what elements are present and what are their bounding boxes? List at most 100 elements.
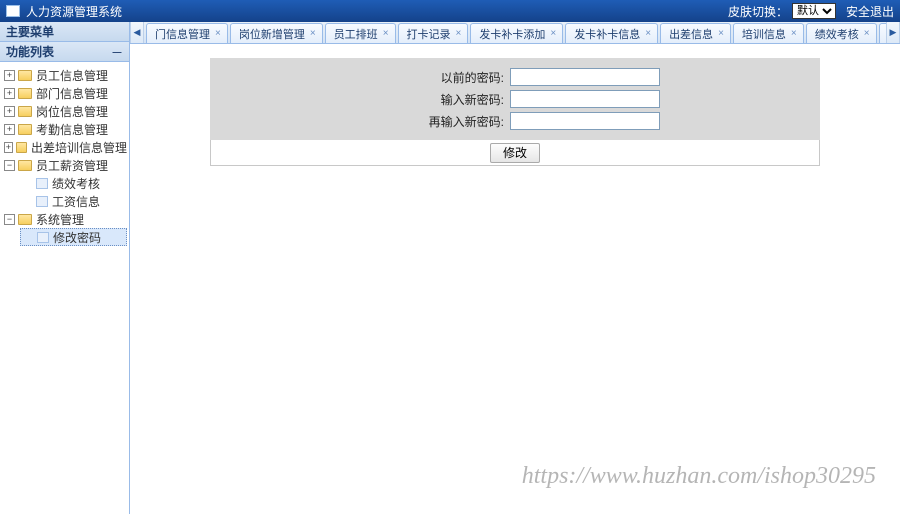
- close-icon[interactable]: ×: [864, 28, 870, 39]
- expand-toggle-icon[interactable]: +: [4, 142, 13, 153]
- close-icon[interactable]: ×: [550, 28, 556, 39]
- close-icon[interactable]: ×: [383, 28, 389, 39]
- spacer: [23, 232, 34, 243]
- tabstrip: ◀ 门信息管理×岗位新增管理×员工排班×打卡记录×发卡补卡添加×发卡补卡信息×出…: [130, 22, 900, 44]
- form-actions: 修改: [210, 140, 820, 166]
- close-icon[interactable]: ×: [791, 28, 797, 39]
- tree-node-label: 员工薪资管理: [36, 157, 108, 174]
- tree-leaf[interactable]: 绩效考核: [20, 174, 127, 192]
- tab[interactable]: 绩效考核 ×: [806, 23, 877, 43]
- tree-node-label: 员工信息管理: [36, 67, 108, 84]
- tab[interactable]: 培训信息 ×: [733, 23, 804, 43]
- tree-node[interactable]: + 岗位信息管理: [2, 102, 127, 120]
- folder-icon: [18, 124, 32, 135]
- form-fields: 以前的密码: 输入新密码: 再输入新密码:: [210, 58, 820, 140]
- tab[interactable]: 员工排班 ×: [325, 23, 396, 43]
- folder-icon: [18, 214, 32, 225]
- folder-icon: [18, 88, 32, 99]
- folder-icon: [18, 160, 32, 171]
- tab-label: 培训信息: [742, 26, 786, 42]
- row-new-password: 输入新密码:: [210, 88, 820, 110]
- tree-leaf-label: 绩效考核: [52, 175, 100, 192]
- row-new-password-confirm: 再输入新密码:: [210, 110, 820, 132]
- tab-label: 门信息管理: [155, 26, 210, 42]
- close-icon[interactable]: ×: [215, 28, 221, 39]
- tab[interactable]: 门信息管理 ×: [146, 23, 228, 43]
- tab-scroll-right[interactable]: ▶: [886, 22, 900, 43]
- nav-tree: + 员工信息管理 + 部门信息管理 + 岗位信息管理 + 考勤信息管理 + 出差培训信息管理 − 员工…: [0, 62, 129, 250]
- folder-icon: [18, 106, 32, 117]
- close-icon[interactable]: ×: [718, 28, 724, 39]
- tab-label: 发卡补卡添加: [479, 26, 545, 42]
- close-icon[interactable]: ×: [456, 28, 462, 39]
- folder-icon: [18, 70, 32, 81]
- new-password-label: 输入新密码:: [210, 91, 510, 108]
- old-password-label: 以前的密码:: [210, 69, 510, 86]
- tree-node-label: 岗位信息管理: [36, 103, 108, 120]
- expand-toggle-icon[interactable]: +: [4, 70, 15, 81]
- tree-leaf[interactable]: 修改密码: [20, 228, 127, 246]
- tab-label: 绩效考核: [815, 26, 859, 42]
- main-area: ◀ 门信息管理×岗位新增管理×员工排班×打卡记录×发卡补卡添加×发卡补卡信息×出…: [130, 22, 900, 514]
- expand-toggle-icon[interactable]: +: [4, 88, 15, 99]
- tree-leaf-label: 工资信息: [52, 193, 100, 210]
- leaf-icon: [36, 196, 48, 207]
- sidebar-section-title: 功能列表: [6, 42, 54, 62]
- topbar: 人力资源管理系统 皮肤切换： 默认 安全退出: [0, 0, 900, 22]
- tab[interactable]: 发卡补卡添加 ×: [470, 23, 563, 43]
- tree-leaf-label: 修改密码: [53, 229, 101, 246]
- expand-toggle-icon[interactable]: +: [4, 106, 15, 117]
- leaf-icon: [36, 178, 48, 189]
- tab-scroll-left[interactable]: ◀: [130, 22, 144, 43]
- new-password2-input[interactable]: [510, 112, 660, 130]
- close-icon[interactable]: ×: [645, 28, 651, 39]
- sidebar-title: 主要菜单: [6, 22, 54, 42]
- sidebar-section-header: 功能列表 —: [0, 42, 129, 62]
- tree-node[interactable]: − 员工薪资管理: [2, 156, 127, 174]
- sidebar: 主要菜单 功能列表 — + 员工信息管理 + 部门信息管理 + 岗位信息管理 + 考勤信息管理…: [0, 22, 130, 514]
- collapse-icon[interactable]: —: [111, 46, 123, 58]
- spacer: [22, 196, 33, 207]
- tab[interactable]: 工资信息×: [879, 23, 886, 43]
- skin-select[interactable]: 默认: [792, 3, 836, 19]
- logout-link[interactable]: 安全退出: [846, 3, 894, 20]
- tree-node-label: 出差培训信息管理: [31, 139, 127, 156]
- new-password-input[interactable]: [510, 90, 660, 108]
- row-old-password: 以前的密码:: [210, 66, 820, 88]
- tree-node[interactable]: + 出差培训信息管理: [2, 138, 127, 156]
- new-password2-label: 再输入新密码:: [210, 113, 510, 130]
- tab-label: 岗位新增管理: [239, 26, 305, 42]
- tab-label: 出差信息: [669, 26, 713, 42]
- folder-icon: [16, 142, 27, 153]
- tabs-container: 门信息管理×岗位新增管理×员工排班×打卡记录×发卡补卡添加×发卡补卡信息×出差信…: [144, 22, 886, 43]
- tree-node[interactable]: + 考勤信息管理: [2, 120, 127, 138]
- submit-button[interactable]: 修改: [490, 143, 540, 163]
- collapse-toggle-icon[interactable]: −: [4, 214, 15, 225]
- tab[interactable]: 出差信息 ×: [660, 23, 731, 43]
- close-icon[interactable]: ×: [310, 28, 316, 39]
- spacer: [22, 178, 33, 189]
- tree-leaf[interactable]: 工资信息: [20, 192, 127, 210]
- tree-node[interactable]: + 员工信息管理: [2, 66, 127, 84]
- app-title: 人力资源管理系统: [26, 3, 122, 20]
- collapse-toggle-icon[interactable]: −: [4, 160, 15, 171]
- tab[interactable]: 岗位新增管理 ×: [230, 23, 323, 43]
- leaf-icon: [37, 232, 49, 243]
- tree-node[interactable]: + 部门信息管理: [2, 84, 127, 102]
- skin-label: 皮肤切换：: [728, 3, 788, 20]
- tab[interactable]: 打卡记录 ×: [398, 23, 469, 43]
- tree-node-label: 部门信息管理: [36, 85, 108, 102]
- tab-label: 员工排班: [334, 26, 378, 42]
- tab-label: 发卡补卡信息: [574, 26, 640, 42]
- tree-node-label: 系统管理: [36, 211, 84, 228]
- app-icon: [6, 5, 20, 17]
- tab[interactable]: 发卡补卡信息 ×: [565, 23, 658, 43]
- sidebar-header: 主要菜单: [0, 22, 129, 42]
- password-form: 以前的密码: 输入新密码: 再输入新密码: 修改: [210, 58, 820, 166]
- tab-label: 打卡记录: [407, 26, 451, 42]
- old-password-input[interactable]: [510, 68, 660, 86]
- expand-toggle-icon[interactable]: +: [4, 124, 15, 135]
- tree-node[interactable]: − 系统管理: [2, 210, 127, 228]
- tree-node-label: 考勤信息管理: [36, 121, 108, 138]
- content-area: 以前的密码: 输入新密码: 再输入新密码: 修改: [130, 44, 900, 514]
